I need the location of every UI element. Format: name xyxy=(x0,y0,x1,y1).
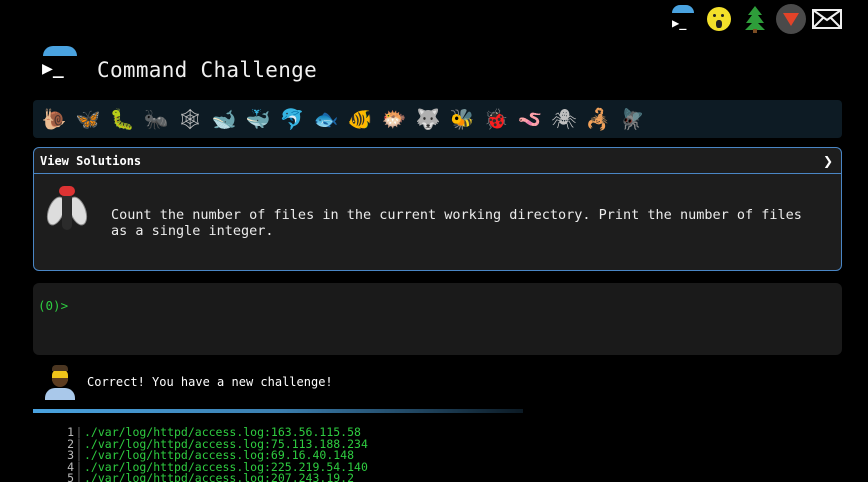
snail-icon[interactable]: 🐌 xyxy=(39,104,69,134)
lady-beetle-icon[interactable]: 🐞 xyxy=(481,104,511,134)
command-input[interactable] xyxy=(69,295,829,315)
dolphin-icon[interactable]: 🐬 xyxy=(277,104,307,134)
fly-icon xyxy=(43,184,91,234)
avatar xyxy=(44,365,76,401)
challenge-description: Count the number of files in the current… xyxy=(111,207,802,239)
result-message: Correct! You have a new challenge! xyxy=(87,375,333,389)
output-line: 5 | ./var/log/httpd/access.log:207.243.19.… xyxy=(58,471,368,482)
command-output: 1 | ./var/log/httpd/access.log:163.56.115.… xyxy=(58,426,368,482)
ant-icon[interactable]: 🐜 xyxy=(141,104,171,134)
fish-icon[interactable]: 🐟 xyxy=(311,104,341,134)
tropical-fish-icon[interactable]: 🐠 xyxy=(345,104,375,134)
fly-icon[interactable]: 🪰 xyxy=(617,104,647,134)
command-challenge-logo-icon[interactable]: ▶_ xyxy=(668,4,698,34)
brand-logo-icon[interactable]: ▶_ xyxy=(38,44,80,86)
whale2-icon[interactable]: 🐳 xyxy=(243,104,273,134)
butterfly-icon[interactable]: 🦋 xyxy=(73,104,103,134)
divider xyxy=(33,409,523,413)
view-solutions-label: View Solutions xyxy=(40,153,142,168)
spider-web-icon[interactable]: 🕸 xyxy=(175,104,205,134)
challenge-panel: View Solutions ❯ Count the number of fil… xyxy=(33,147,842,271)
output-text: ./var/log/httpd/access.log:207.243.19.2 xyxy=(84,471,355,482)
bee-icon[interactable]: 🐝 xyxy=(447,104,477,134)
worm-icon[interactable]: 🪱 xyxy=(515,104,545,134)
scorpion-icon[interactable]: 🦂 xyxy=(583,104,613,134)
view-solutions-toggle[interactable]: View Solutions ❯ xyxy=(34,148,841,174)
terminal-prompt: (0)> xyxy=(38,298,69,313)
mail-icon[interactable] xyxy=(812,4,842,34)
page-title: Command Challenge xyxy=(97,58,318,82)
line-number: 5 xyxy=(67,471,74,482)
christmas-tree-icon[interactable] xyxy=(740,4,770,34)
gitlab-fox-icon[interactable] xyxy=(776,4,806,34)
terminal[interactable]: (0)> xyxy=(33,283,842,355)
spider-icon[interactable]: 🕷 xyxy=(549,104,579,134)
top-icon-bar: ▶_ xyxy=(668,4,842,34)
line-separator: | xyxy=(75,471,83,482)
whale-icon[interactable]: 🐋 xyxy=(209,104,239,134)
challenge-progress-bar: 🐌 🦋 🐛 🐜 🕸 🐋 🐳 🐬 🐟 🐠 🐡 🐺 🐝 🐞 🪱 🕷 🦂 🪰 xyxy=(33,100,842,138)
caterpillar-icon[interactable]: 🐛 xyxy=(107,104,137,134)
blowfish-icon[interactable]: 🐡 xyxy=(379,104,409,134)
chevron-right-icon: ❯ xyxy=(822,153,833,168)
shushing-face-icon[interactable] xyxy=(704,4,734,34)
wolf-icon[interactable]: 🐺 xyxy=(413,104,443,134)
